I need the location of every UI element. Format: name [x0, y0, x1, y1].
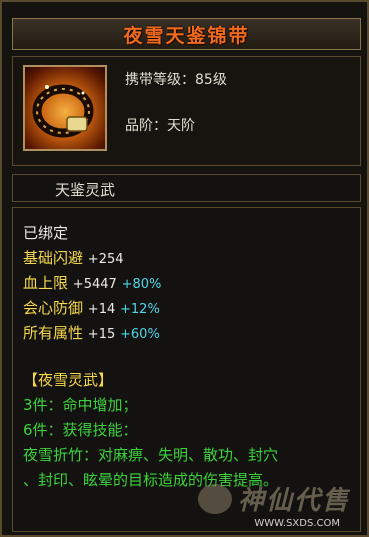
watermark-url: WWW.SXDS.COM [254, 518, 340, 529]
set-title: 【夜雪灵武】 [23, 371, 114, 389]
watermark-logo-icon [197, 483, 232, 514]
set-skill-line: 夜雪折竹：对麻痹、失明、散功、封穴 [23, 446, 279, 464]
attribute-percent: +80% [121, 277, 162, 292]
set-bonus-6: 6件：获得技能： [23, 421, 138, 439]
watermark: 神仙代售 [197, 480, 350, 517]
item-grade: 品阶：天阶 [125, 118, 195, 134]
item-series: 天鉴灵武 [55, 181, 116, 199]
attribute-value: +5447 [72, 277, 117, 292]
attribute-name: 基础闪避 [23, 249, 84, 267]
attribute-value: +15 [87, 327, 116, 342]
belt-icon [23, 65, 107, 151]
item-title-bar: 夜雪天鉴锦带 [12, 18, 361, 50]
attribute-row: 基础闪避 +254 [23, 247, 124, 268]
attribute-row: 血上限 +5447 +80% [23, 272, 161, 293]
item-details: 已绑定 基础闪避 +254 血上限 +5447 +80% 会心防御 +14 +1… [12, 207, 361, 532]
attribute-percent: +12% [120, 302, 160, 317]
item-header: 携带等级：85级 品阶：天阶 [12, 56, 361, 166]
attribute-row: 所有属性 +15 +60% [23, 322, 160, 343]
attribute-name: 所有属性 [23, 324, 84, 342]
item-series-header: 天鉴灵武 [12, 174, 361, 202]
attribute-row: 会心防御 +14 +12% [23, 297, 160, 318]
watermark-text: 神仙代售 [237, 486, 350, 516]
set-bonus-3: 3件：命中增加； [23, 396, 138, 414]
attribute-name: 血上限 [23, 274, 69, 292]
level-requirement: 携带等级：85级 [125, 72, 227, 88]
item-tooltip: 夜雪天鉴锦带 携带等级：85级 品阶：天阶 天鉴灵武 已绑定 基础闪避 +254… [0, 0, 369, 537]
item-name: 夜雪天鉴锦带 [123, 24, 250, 47]
attribute-name: 会心防御 [23, 299, 84, 317]
bind-status: 已绑定 [23, 224, 69, 242]
attribute-value: +254 [87, 252, 124, 267]
attribute-value: +14 [87, 302, 116, 317]
attribute-percent: +60% [120, 327, 160, 342]
